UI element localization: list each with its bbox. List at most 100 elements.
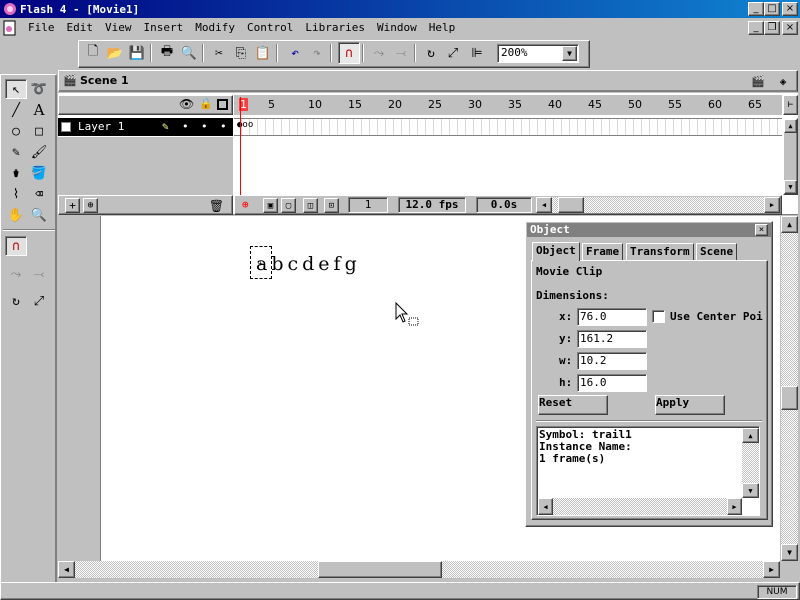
modifier-straighten-icon[interactable]: ⤙ bbox=[28, 264, 50, 284]
dropper-tool-icon[interactable]: ⌇ bbox=[5, 184, 27, 204]
scroll-up-icon[interactable]: ▲ bbox=[781, 216, 798, 233]
tab-object[interactable]: Object bbox=[532, 242, 580, 261]
print-preview-icon[interactable]: 🔍 bbox=[178, 42, 200, 64]
frame-cells[interactable]: ●oo bbox=[234, 118, 782, 136]
edit-multiple-icon[interactable]: ◫ bbox=[303, 198, 318, 213]
modifier-scale-icon[interactable]: ⤢ bbox=[28, 291, 50, 311]
h-input[interactable]: 16.0 bbox=[577, 374, 647, 392]
scroll-right-icon[interactable]: ▶ bbox=[763, 561, 780, 578]
stage-vscroll[interactable]: ▲ ▼ bbox=[781, 216, 798, 561]
info-vscroll[interactable]: ▲ ▼ bbox=[742, 428, 759, 498]
minimize-button[interactable]: _ bbox=[748, 2, 764, 16]
cut-icon[interactable]: ✂ bbox=[208, 42, 230, 64]
menu-view[interactable]: View bbox=[99, 19, 138, 37]
smooth-icon[interactable]: ⤳ bbox=[368, 42, 390, 64]
scroll-thumb[interactable] bbox=[781, 386, 798, 410]
visibility-dot[interactable]: • bbox=[182, 118, 189, 136]
playhead[interactable] bbox=[240, 97, 241, 195]
outline-dot[interactable]: • bbox=[220, 118, 227, 136]
open-folder-icon[interactable]: 📂 bbox=[104, 42, 126, 64]
paste-icon[interactable]: 📋 bbox=[252, 42, 274, 64]
reset-button[interactable]: Reset bbox=[538, 395, 608, 415]
add-layer-icon[interactable]: + bbox=[65, 198, 80, 213]
w-input[interactable]: 10.2 bbox=[577, 352, 647, 370]
apply-button[interactable]: Apply bbox=[655, 395, 725, 415]
menu-window[interactable]: Window bbox=[371, 19, 423, 37]
lasso-tool-icon[interactable]: ➰ bbox=[28, 79, 50, 99]
info-hscroll[interactable]: ◀ ▶ bbox=[538, 498, 742, 515]
lock-dot[interactable]: • bbox=[201, 118, 208, 136]
chevron-down-icon[interactable]: ▼ bbox=[562, 46, 577, 61]
rotate-icon[interactable]: ↻ bbox=[420, 42, 442, 64]
center-frame-icon[interactable]: ⊕ bbox=[242, 198, 249, 211]
scroll-right-icon[interactable]: ▶ bbox=[727, 498, 742, 515]
doc-minimize-button[interactable]: _ bbox=[748, 21, 764, 35]
modifier-rotate-icon[interactable]: ↻ bbox=[5, 291, 27, 311]
scroll-right-icon[interactable]: ▶ bbox=[764, 197, 780, 213]
frame-ruler[interactable]: 1 5 10 15 20 25 30 35 40 45 50 55 60 65 bbox=[234, 95, 782, 115]
layer-row[interactable]: Layer 1 ✎ • • • bbox=[58, 118, 233, 136]
close-icon[interactable]: × bbox=[755, 224, 768, 236]
zoom-tool-icon[interactable]: 🔍 bbox=[28, 205, 50, 225]
use-center-checkbox[interactable] bbox=[652, 310, 665, 323]
y-input[interactable]: 161.2 bbox=[577, 330, 647, 348]
onion-skin-icon[interactable]: ▣ bbox=[263, 198, 278, 213]
rectangle-tool-icon[interactable]: □ bbox=[28, 121, 50, 141]
eye-icon[interactable]: 👁 bbox=[179, 97, 194, 111]
zoom-select[interactable]: 200% ▼ bbox=[497, 44, 579, 63]
menu-modify[interactable]: Modify bbox=[189, 19, 241, 37]
timeline-vscroll[interactable]: ▲ ▼ bbox=[783, 118, 798, 195]
outline-icon[interactable] bbox=[217, 99, 228, 110]
hand-tool-icon[interactable]: ✋ bbox=[5, 205, 27, 225]
onion-outline-icon[interactable]: ▢ bbox=[281, 198, 296, 213]
text-tool-icon[interactable]: A bbox=[28, 100, 50, 120]
stage-text[interactable]: abcdefg bbox=[256, 253, 361, 275]
scene-tab[interactable]: 🎬 Scene 1 bbox=[60, 72, 130, 90]
brush-tool-icon[interactable]: 🖌 bbox=[28, 142, 50, 162]
tab-transform[interactable]: Transform bbox=[626, 243, 694, 261]
maximize-button[interactable]: □ bbox=[764, 2, 780, 16]
menu-libraries[interactable]: Libraries bbox=[299, 19, 371, 37]
scroll-thumb[interactable] bbox=[558, 197, 584, 213]
align-icon[interactable]: ⊫ bbox=[466, 42, 488, 64]
redo-icon[interactable]: ↷ bbox=[306, 42, 328, 64]
lock-icon[interactable]: 🔒 bbox=[199, 97, 213, 110]
modifier-snap-icon[interactable]: ∩ bbox=[5, 236, 27, 256]
menu-insert[interactable]: Insert bbox=[138, 19, 190, 37]
edit-symbols-icon[interactable]: ◈ bbox=[772, 72, 794, 90]
undo-icon[interactable]: ↶ bbox=[284, 42, 306, 64]
oval-tool-icon[interactable]: ○ bbox=[5, 121, 27, 141]
straighten-icon[interactable]: ⤙ bbox=[390, 42, 412, 64]
scroll-down-icon[interactable]: ▼ bbox=[742, 483, 759, 498]
tab-frame[interactable]: Frame bbox=[582, 243, 624, 261]
trash-icon[interactable]: 🗑 bbox=[209, 198, 224, 213]
modifier-smooth-icon[interactable]: ⤳ bbox=[5, 264, 27, 284]
paint-bucket-icon[interactable]: 🪣 bbox=[28, 163, 50, 183]
scale-icon[interactable]: ⤢ bbox=[442, 42, 464, 64]
menu-help[interactable]: Help bbox=[423, 19, 462, 37]
scroll-left-icon[interactable]: ◀ bbox=[536, 197, 552, 213]
ink-bottle-icon[interactable]: ⚱ bbox=[5, 163, 27, 183]
doc-restore-button[interactable]: ❐ bbox=[764, 21, 780, 35]
add-guide-layer-icon[interactable]: ⊕ bbox=[83, 198, 98, 213]
doc-close-button[interactable]: × bbox=[782, 21, 798, 35]
line-tool-icon[interactable]: ╱ bbox=[5, 100, 27, 120]
menu-edit[interactable]: Edit bbox=[61, 19, 100, 37]
new-file-icon[interactable]: 🗋 bbox=[82, 42, 104, 64]
scroll-left-icon[interactable]: ◀ bbox=[538, 498, 553, 515]
edit-scene-icon[interactable]: 🎬 bbox=[747, 72, 769, 90]
scroll-thumb[interactable] bbox=[318, 561, 442, 578]
print-icon[interactable]: 🖶 bbox=[156, 42, 178, 64]
x-input[interactable]: 76.0 bbox=[577, 308, 647, 326]
pencil-tool-icon[interactable]: ✎ bbox=[5, 142, 27, 162]
copy-icon[interactable]: ⎘ bbox=[230, 42, 252, 64]
save-icon[interactable]: 💾 bbox=[126, 42, 148, 64]
close-button[interactable]: × bbox=[782, 2, 798, 16]
timeline-menu-icon[interactable]: ⊢ bbox=[783, 95, 798, 115]
scroll-left-icon[interactable]: ◀ bbox=[58, 561, 75, 578]
onion-markers-icon[interactable]: ⊡ bbox=[324, 198, 339, 213]
eraser-tool-icon[interactable]: ⌫ bbox=[28, 184, 50, 204]
tab-scene[interactable]: Scene bbox=[696, 243, 738, 261]
scroll-up-icon[interactable]: ▲ bbox=[742, 428, 759, 443]
snap-magnet-icon[interactable]: ∩ bbox=[338, 42, 360, 64]
